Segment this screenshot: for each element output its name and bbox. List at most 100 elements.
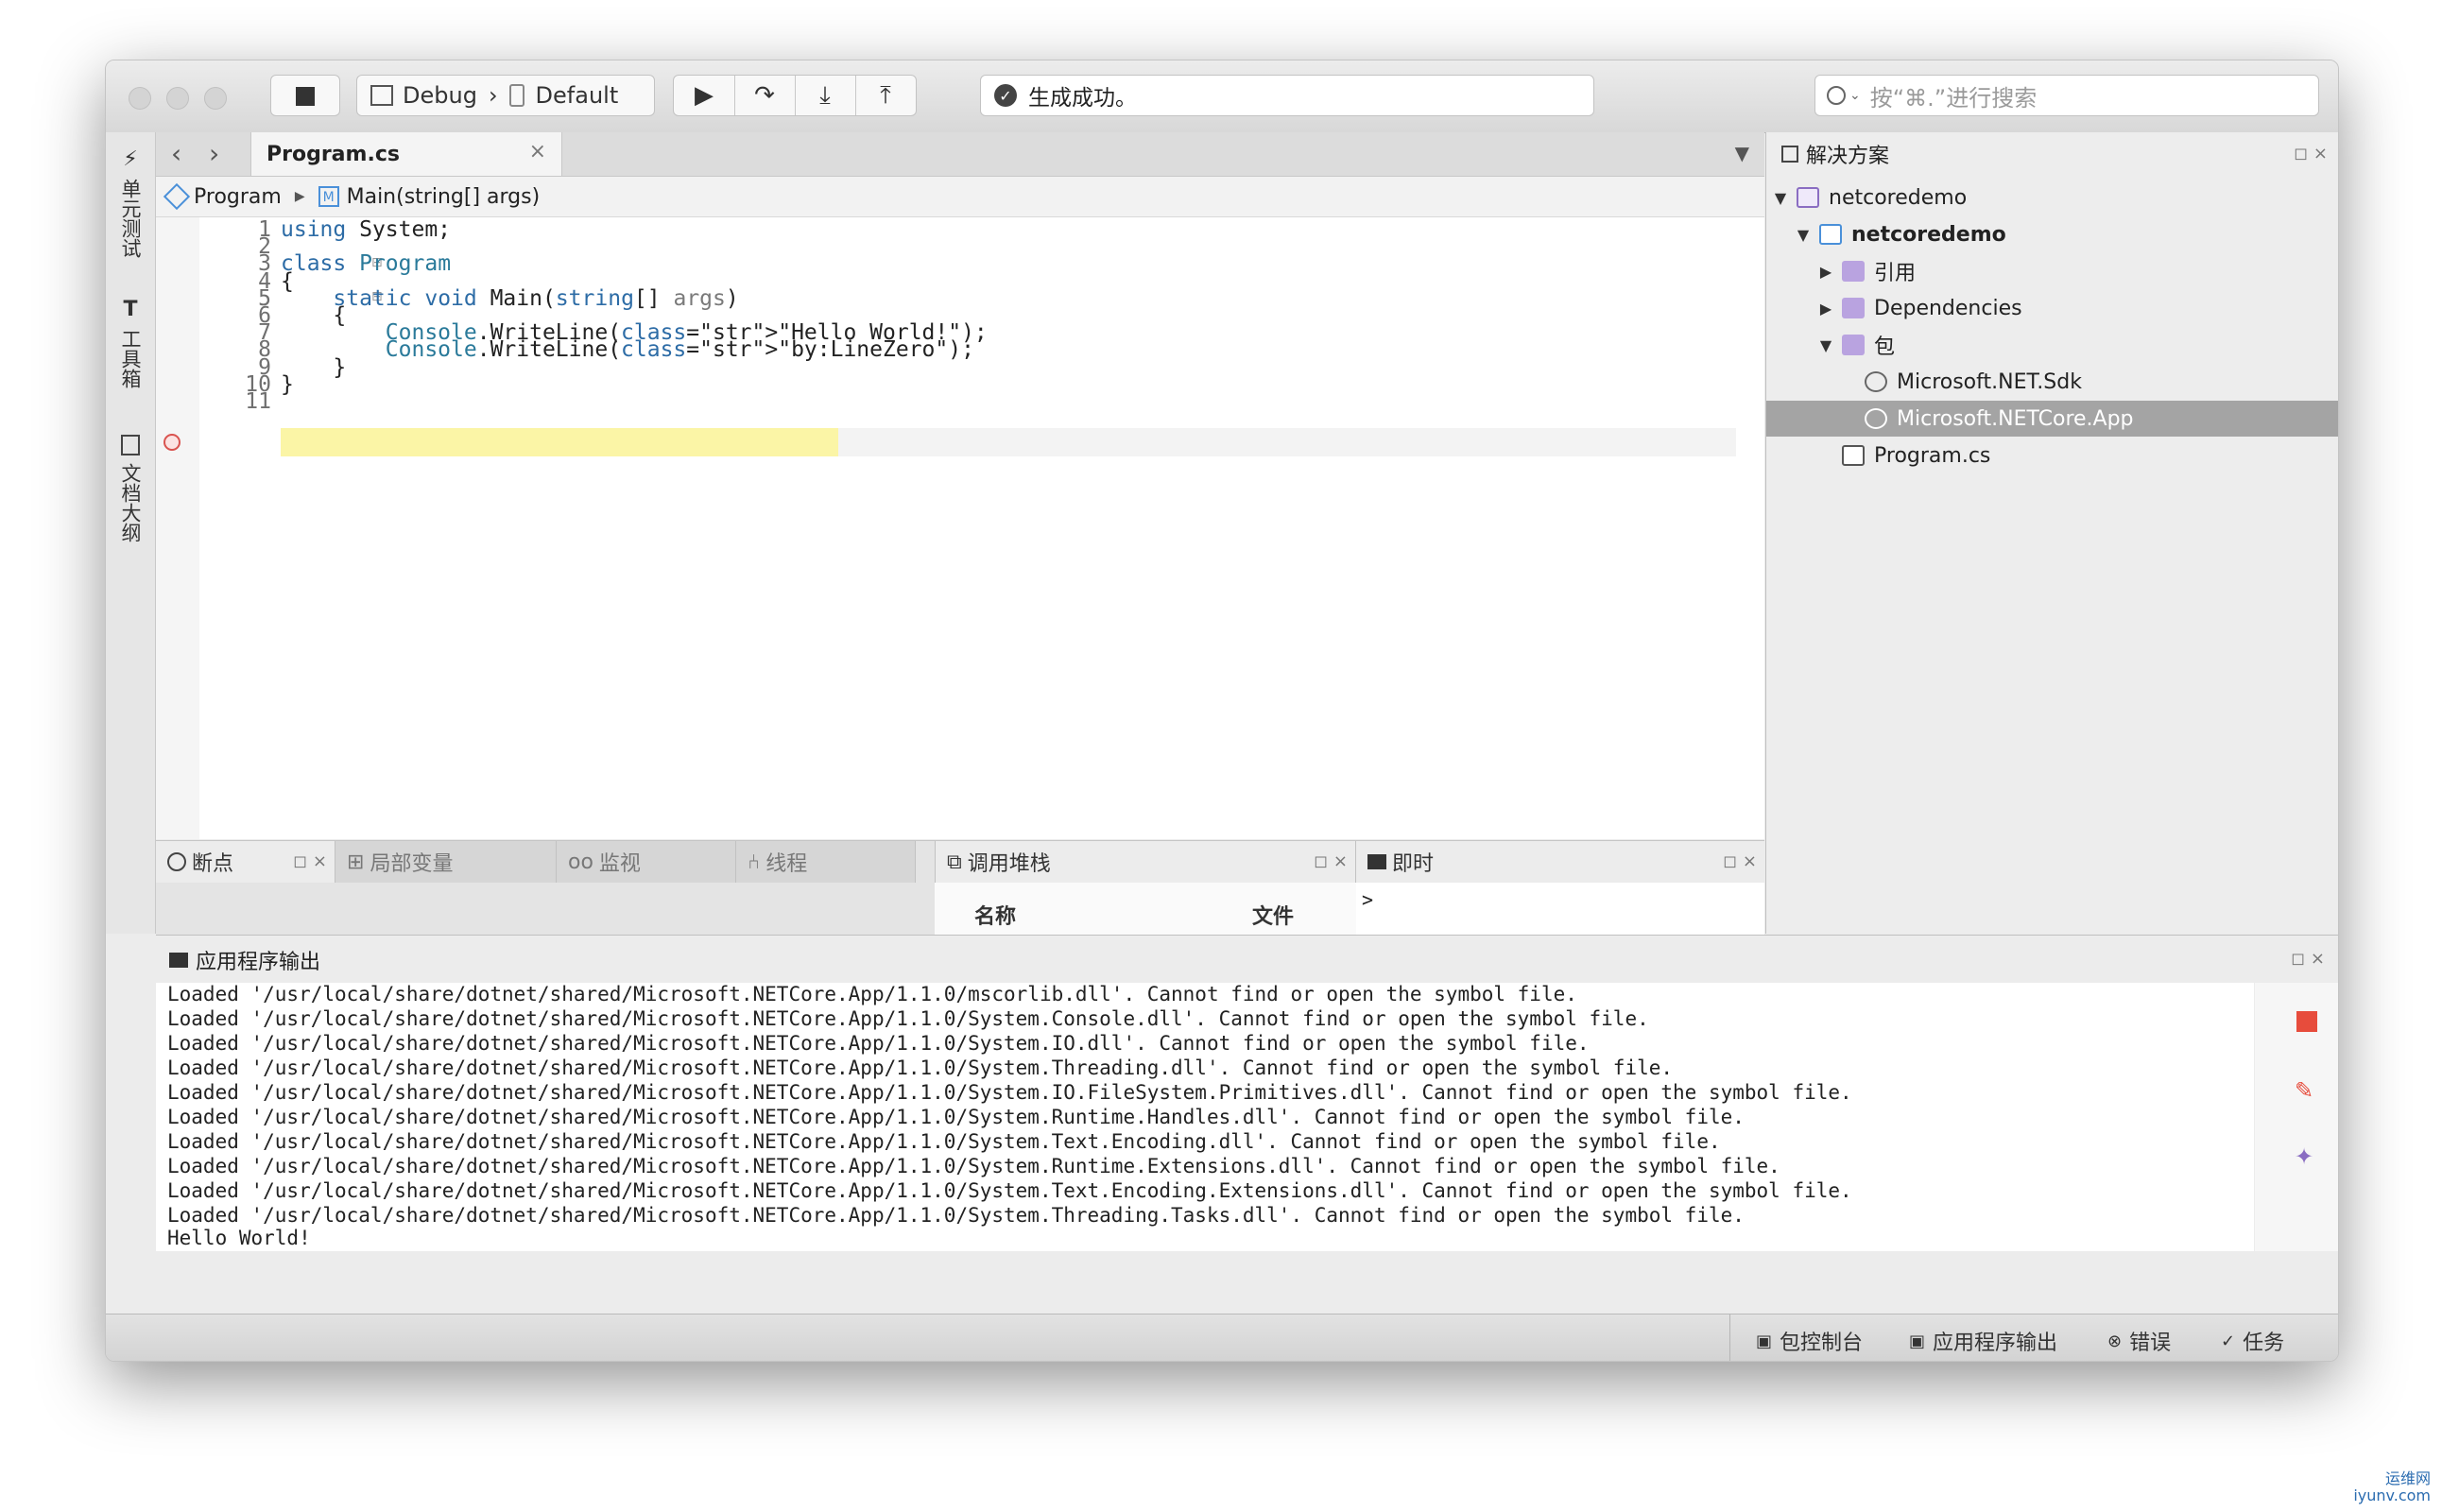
tab-watch[interactable]: oo 监视 [557,841,736,883]
tree-item-package[interactable]: Microsoft.NET.Sdk [1766,364,2338,400]
search-placeholder: 按“⌘.”进行搜索 [1869,84,2038,112]
callstack-label: 调用堆栈 [967,852,1051,876]
minimize-window-button[interactable] [166,87,189,110]
tree-item-references[interactable]: ▶ 引用 [1766,253,2338,289]
chevron-down-icon: ⌄ [1849,88,1861,103]
unit-tests-pad-button[interactable]: ⚡ 单元测试 [106,147,155,258]
tasks-label: 任务 [2243,1332,2285,1355]
code-editor[interactable]: 1 2 3 4 5 6 7 8 9 10 11 ⊟ ⊟ using System… [156,217,1764,839]
close-icon[interactable]: × [529,140,546,163]
tree-item-solution[interactable]: ▼ netcoredemo [1766,180,2338,215]
immediate-console[interactable] [1356,883,1764,936]
code-line: } [281,372,294,397]
tasks-button[interactable]: ✓ 任务 [2221,1326,2284,1356]
thread-icon: ⑃ [748,850,761,874]
code-line: using System; [281,217,452,242]
divider [1729,1314,1730,1361]
step-into-icon: ⤓ [819,80,831,110]
app-output-button[interactable]: ▣ 应用程序输出 [1909,1326,2057,1356]
pin-icon[interactable]: ✦ [2295,1143,2313,1170]
solution-title: 解决方案 [1806,145,1890,168]
stop-icon [296,87,315,106]
breakpoint-pad-icon [167,852,186,871]
tab-breakpoints[interactable]: 断点 ◻ × [156,841,335,883]
project-icon [1819,224,1842,245]
tree-item-file[interactable]: Program.cs [1766,438,2338,473]
output-line: Loaded '/usr/local/share/dotnet/shared/M… [167,1007,1649,1030]
nav-forward-icon[interactable]: › [209,138,219,169]
ide-window: Debug › Default ▶ ↷ ⤓ ⤒ ✓ 生成成功。 ⌄ 按“⌘.”进… [105,60,2339,1362]
close-window-button[interactable] [129,87,151,110]
expanded-triangle-icon[interactable]: ▼ [1770,189,1791,207]
tab-threads[interactable]: ⑃ 线程 [736,841,916,883]
solution-node-icon [1797,187,1819,208]
breakpoint-icon[interactable] [163,434,181,451]
nav-back-icon[interactable]: ‹ [171,138,181,169]
tree-item-dependencies[interactable]: ▶ Dependencies [1766,290,2338,326]
breadcrumb-method[interactable]: Main(string[] args) [347,185,541,209]
tab-list-dropdown-icon[interactable]: ▼ [1735,142,1749,164]
output-line: Loaded '/usr/local/share/dotnet/shared/M… [167,1081,1852,1104]
output-line: Loaded '/usr/local/share/dotnet/shared/M… [167,1204,1745,1227]
output-line: Hello World! [167,1227,311,1249]
stop-output-button[interactable] [2296,1011,2317,1032]
tree-item-package-selected[interactable]: Microsoft.NETCore.App [1766,401,2338,437]
continue-button[interactable]: ▶ [674,76,735,115]
output-line: Loaded '/usr/local/share/dotnet/shared/M… [167,1179,1852,1202]
target-label: Default [535,82,619,109]
zoom-window-button[interactable] [204,87,227,110]
tree-item-project[interactable]: ▼ netcoredemo [1766,216,2338,252]
pad-controls-icon[interactable]: ◻ × [2294,144,2328,163]
pad-controls-icon[interactable]: ◻ × [1723,851,1757,871]
pad-controls-icon[interactable]: ◻ × [1314,851,1348,871]
package-console-label: 包控制台 [1780,1332,1864,1355]
folder-icon [1842,298,1865,318]
tab-callstack[interactable]: ⧉ 调用堆栈 ◻ × [935,841,1356,883]
watermark-line-2: iyunv.com [2353,1486,2431,1504]
breakpoint-gutter[interactable] [156,217,199,839]
package-console-button[interactable]: ▣ 包控制台 [1756,1326,1863,1356]
errors-label: 错误 [2129,1332,2172,1355]
configuration-selector[interactable]: Debug › Default [356,75,655,116]
pad-controls-icon[interactable]: ◻ × [293,851,327,871]
collapsed-triangle-icon[interactable]: ▶ [1815,300,1836,318]
output-console[interactable]: Loaded '/usr/local/share/dotnet/shared/M… [156,983,2254,1251]
output-line: Loaded '/usr/local/share/dotnet/shared/M… [167,1032,1590,1055]
step-over-button[interactable]: ↷ [734,76,796,115]
pad-controls-icon[interactable]: ◻ × [2291,949,2325,969]
stop-button[interactable] [270,75,340,116]
breakpoints-label: 断点 [192,852,234,876]
watermark-line-1: 运维网 [2384,1469,2431,1487]
tab-locals[interactable]: ⊞ 局部变量 [335,841,557,883]
errors-button[interactable]: ⊗ 错误 [2107,1326,2171,1356]
error-icon: ⊗ [2107,1331,2123,1351]
breadcrumb-class[interactable]: Program [194,185,282,209]
column-name[interactable]: 名称 [974,900,1016,930]
toolbox-label: 工具箱 [119,329,142,388]
watermark: 运维网 iyunv.com [2353,1470,2431,1504]
toolbar: Debug › Default ▶ ↷ ⤓ ⤒ ✓ 生成成功。 ⌄ 按“⌘.”进… [106,60,2338,133]
tab-program-cs[interactable]: Program.cs × [250,132,562,176]
document-outline-pad-button[interactable]: 文档大纲 [106,435,155,542]
solution-icon [1781,146,1798,163]
tab-immediate[interactable]: 即时 ◻ × [1356,841,1764,883]
window-icon [370,85,393,106]
class-icon [163,182,191,211]
expanded-triangle-icon[interactable]: ▼ [1793,226,1814,244]
collapsed-triangle-icon[interactable]: ▶ [1815,263,1836,281]
tree-item-packages[interactable]: ▼ 包 [1766,327,2338,363]
editor-tab-bar: ‹ › Program.cs × ▼ [156,132,1764,177]
terminal-icon [1367,854,1386,869]
step-into-button[interactable]: ⤓ [795,76,856,115]
terminal-icon [169,952,188,968]
step-out-button[interactable]: ⤒ [855,76,916,115]
output-pad-header: 应用程序输出 ◻ × [156,935,2338,984]
check-icon: ✓ [2221,1331,2236,1351]
clear-output-icon[interactable]: ✎ [2295,1077,2313,1104]
toolbox-pad-button[interactable]: T 工具箱 [106,298,155,388]
column-file[interactable]: 文件 [1252,900,1294,930]
expanded-triangle-icon[interactable]: ▼ [1815,336,1836,354]
search-input[interactable]: ⌄ 按“⌘.”进行搜索 [1814,75,2319,116]
threads-label: 线程 [765,852,808,876]
output-line: Loaded '/usr/local/share/dotnet/shared/M… [167,1130,1721,1153]
